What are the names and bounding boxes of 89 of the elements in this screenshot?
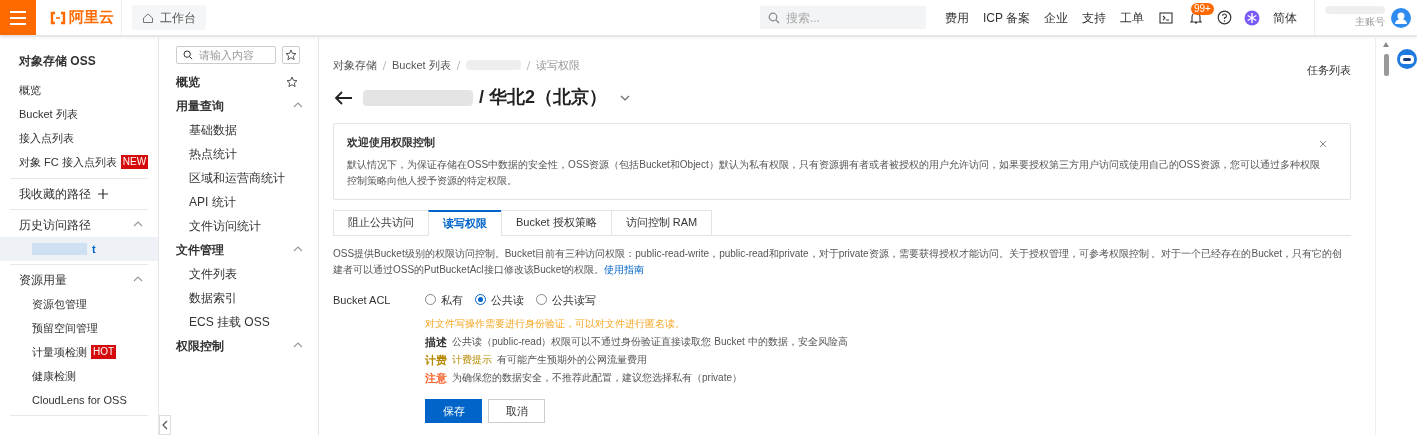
notice-text: 默认情况下，为保证存储在OSS中数据的安全性，OSS资源（包括Bucket和Object）默认为私有权限，只有资源拥有者或者被授权的用户允许访问，如果要授权第三方用户访问或使用自己的OSS资源，您可以通过多种权限控制策略向他人授予资源的特定权限。 xyxy=(347,157,1321,188)
tab[interactable]: Bucket 授权策略 xyxy=(501,209,612,236)
menu-button[interactable] xyxy=(0,0,36,35)
sidebar-title: 对象存储 OSS xyxy=(18,53,97,70)
page-title: / 华北2（北京） xyxy=(479,86,607,109)
badge: HOT xyxy=(91,345,117,359)
warning-text: 对文件写操作需要进行身份验证，可以对文件进行匿名读。 xyxy=(425,317,686,331)
nav-item[interactable]: 热点统计 xyxy=(159,142,318,166)
nav-link[interactable]: 简体 xyxy=(1266,8,1304,27)
collapse-button[interactable] xyxy=(159,415,171,435)
save-button[interactable]: 保存 xyxy=(425,399,482,423)
cancel-button[interactable]: 取消 xyxy=(488,399,545,423)
scrollbar[interactable] xyxy=(1382,40,1390,76)
nav-item[interactable]: 基础数据 xyxy=(159,118,318,142)
close-icon[interactable] xyxy=(1319,140,1327,148)
sidebar-item[interactable]: 计量项检测 HOT xyxy=(10,340,148,364)
chevron-left-icon xyxy=(161,420,169,430)
brand-name: 阿里云 xyxy=(69,7,114,28)
nav-item[interactable]: 数据索引 xyxy=(159,286,318,310)
search-icon xyxy=(183,49,193,61)
task-list-link[interactable]: 任务列表 xyxy=(1307,62,1351,79)
nav-link[interactable]: 企业 xyxy=(1037,8,1075,27)
breadcrumb-current: 读写权限 xyxy=(535,57,580,73)
nav-item[interactable]: API 统计 xyxy=(159,190,318,214)
sidebar-item[interactable]: 健康检测 xyxy=(10,364,148,388)
workbench-button[interactable]: 工作台 xyxy=(132,5,206,30)
notice-title: 欢迎使用权限控制 xyxy=(347,135,435,150)
sidebar-item[interactable]: Bucket 列表 xyxy=(10,102,78,126)
nav-link[interactable]: ICP 备案 xyxy=(975,8,1037,27)
logo-icon xyxy=(50,10,66,25)
add-icon[interactable] xyxy=(97,188,109,200)
breadcrumb-separator xyxy=(454,59,462,71)
field-label: Bucket ACL xyxy=(333,292,392,308)
note-text: 为确保您的数据安全，不推荐此配置，建议您选择私有（private） xyxy=(452,371,742,385)
sidebar-item[interactable]: 概览 xyxy=(10,78,41,102)
sidebar-item[interactable]: 资源包管理 xyxy=(10,292,148,316)
description-text: OSS提供Bucket级别的权限访问控制。Bucket目前有三种访问权限：public-read-write，public-read和private，对于private资源，需要获得授权才能访问。关于授权管理，可参考权限控制 。对于一个已经存在的Bucket，只有它的创建者可以通过OSS的PutBucketAcl接口修改该Bucket的权限。使用指南 xyxy=(333,246,1344,277)
robot-icon[interactable] xyxy=(1396,48,1417,70)
sidebar-item[interactable]: 对象 FC 接入点列表 NEW xyxy=(10,150,149,174)
note-text: 公共读（public-read）权限可以不通过身份验证直接读取您 Bucket 中的数据，安全风险高 xyxy=(452,335,848,349)
tab[interactable]: 读写权限 xyxy=(428,209,502,236)
sidebar-item[interactable]: t xyxy=(0,237,158,261)
star-icon xyxy=(285,49,297,61)
notification-badge: 99+ xyxy=(1191,2,1214,15)
terminal-icon[interactable] xyxy=(1159,10,1173,25)
nav-item[interactable]: 文件列表 xyxy=(159,262,318,286)
section-title: 我收藏的路径 xyxy=(19,186,91,203)
star-icon[interactable] xyxy=(286,76,298,88)
account-role: 主账号 xyxy=(1355,15,1385,29)
section-title: 资源用量 xyxy=(19,272,67,289)
nav-link[interactable]: 工单 xyxy=(1113,8,1151,27)
note-label: 注意 xyxy=(425,371,447,385)
section-title: 历史访问路径 xyxy=(19,217,91,234)
breadcrumb-separator xyxy=(381,59,388,71)
radio-label[interactable]: 公共读写 xyxy=(552,291,596,308)
tab[interactable]: 访问控制 RAM xyxy=(610,209,713,236)
nav-group-title: 文件管理 xyxy=(176,242,224,259)
back-arrow-icon[interactable] xyxy=(333,88,353,107)
help-icon[interactable] xyxy=(1217,10,1232,25)
radio-label[interactable]: 私有 xyxy=(441,291,463,308)
sidebar-item[interactable]: 接入点列表 xyxy=(10,126,74,150)
nav-group-title: 权限控制 xyxy=(176,338,224,355)
note-label: 描述 xyxy=(425,335,447,349)
sidebar-item[interactable]: CloudLens for OSS xyxy=(10,388,148,412)
note-label: 计费 xyxy=(425,353,447,367)
breadcrumb-separator xyxy=(524,59,532,71)
guide-link[interactable]: 使用指南 xyxy=(604,263,645,275)
badge: NEW xyxy=(120,155,149,169)
nav-link[interactable]: 支持 xyxy=(1075,8,1113,27)
breadcrumb-link[interactable]: 对象存储 xyxy=(333,56,377,74)
nav-item[interactable]: 区域和运营商统计 xyxy=(159,166,318,190)
sparkle-icon[interactable] xyxy=(1244,9,1260,26)
search-field[interactable]: 请输入内容 xyxy=(176,46,276,64)
sidebar-item[interactable]: 预留空间管理 xyxy=(10,316,148,340)
note-text: 有可能产生预期外的公网流量费用 xyxy=(497,353,647,367)
favorite-button[interactable] xyxy=(282,46,300,64)
search-field[interactable]: 搜索... xyxy=(759,6,926,29)
nav-item[interactable]: 文件访问统计 xyxy=(159,214,318,238)
nav-group-title: 用量查询 xyxy=(176,98,224,115)
redacted-block xyxy=(32,243,87,255)
tab[interactable]: 阻止公共访问 xyxy=(333,209,429,236)
avatar[interactable] xyxy=(1391,7,1411,28)
radio-label[interactable]: 公共读 xyxy=(491,291,524,308)
home-icon xyxy=(142,11,154,24)
breadcrumb-link[interactable]: Bucket 列表 xyxy=(392,56,451,74)
nav-item[interactable]: 概览 xyxy=(176,73,200,91)
search-icon xyxy=(767,12,780,24)
nav-link[interactable]: 费用 xyxy=(937,8,976,27)
nav-item[interactable]: ECS 挂载 OSS xyxy=(159,310,318,334)
